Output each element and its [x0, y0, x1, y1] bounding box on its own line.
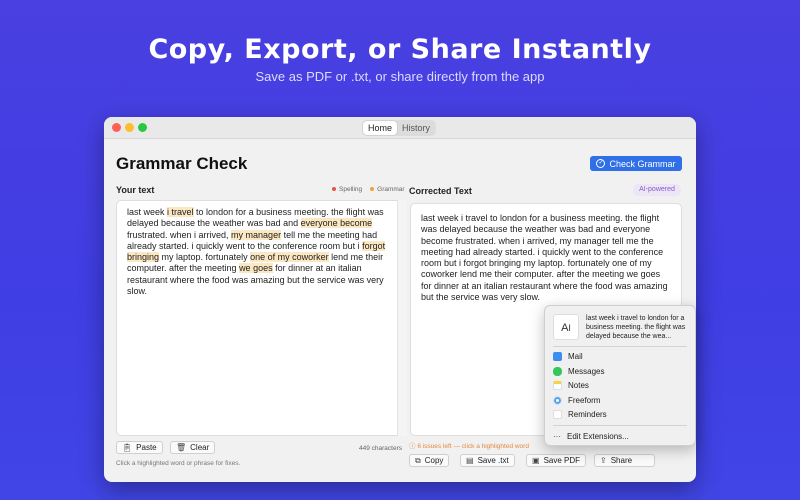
tab-home[interactable]: Home: [363, 121, 398, 135]
share-mail[interactable]: Mail: [553, 352, 583, 361]
close-window-button[interactable]: [112, 123, 121, 132]
input-text-area[interactable]: last week i travel to london for a busin…: [116, 200, 407, 436]
share-menu: AI last week i travel to london for a bu…: [544, 305, 696, 446]
check-icon: ✓: [596, 159, 606, 168]
your-text-label: Your text: [116, 185, 155, 195]
share-label: Share: [610, 456, 633, 465]
share-mail-label: Mail: [568, 352, 583, 361]
check-grammar-label: Check Grammar: [609, 158, 676, 169]
spelling-dot-icon: [332, 187, 336, 192]
highlighted-issue[interactable]: one of my coworker: [250, 252, 329, 263]
edit-extensions[interactable]: ⋯ Edit Extensions...: [553, 432, 629, 441]
page-title: Grammar Check: [116, 154, 248, 173]
issues-text: 6 issues left — click a highlighted word: [417, 443, 529, 450]
legend-grammar: Grammar: [370, 186, 405, 193]
grammar-dot-icon: [370, 187, 375, 192]
highlighted-issue[interactable]: we goes: [239, 263, 273, 274]
corrected-text-label: Corrected Text: [409, 186, 472, 196]
clipboard-icon: 📋︎: [122, 443, 133, 452]
copy-label: Copy: [424, 456, 444, 465]
trash-icon: 🗑︎: [176, 443, 187, 452]
pdf-icon: ▣: [532, 456, 540, 465]
freeform-icon: [553, 396, 562, 405]
character-count: 449 characters: [359, 445, 402, 452]
copy-button[interactable]: ⧉ Copy: [409, 454, 450, 467]
text-segment: last week: [127, 207, 168, 217]
paste-button[interactable]: 📋︎ Paste: [116, 441, 163, 454]
hero-subtitle: Save as PDF or .txt, or share directly f…: [255, 69, 545, 84]
minimize-window-button[interactable]: [125, 123, 134, 132]
titlebar: Home History: [104, 117, 696, 139]
messages-icon: [553, 367, 562, 376]
text-segment: frustrated. when i arrived,: [127, 229, 232, 240]
legend-spelling: Spelling: [332, 186, 362, 193]
share-freeform-label: Freeform: [568, 396, 601, 405]
save-pdf-label: Save PDF: [543, 456, 581, 465]
highlighted-issue[interactable]: everyone become: [300, 218, 373, 229]
extensions-icon: ⋯: [553, 432, 561, 441]
save-pdf-button[interactable]: ▣ Save PDF: [526, 454, 587, 467]
menu-separator: [553, 346, 687, 347]
warning-icon: ⓘ: [409, 443, 416, 450]
corrected-text: last week i travel to london for a busin…: [421, 213, 668, 303]
share-preview-text: last week i travel to london for a busin…: [586, 315, 686, 340]
hero-title: Copy, Export, or Share Instantly: [148, 34, 652, 65]
fix-hint: Click a highlighted word or phrase for f…: [116, 460, 241, 467]
mail-icon: [553, 352, 562, 361]
copy-icon: ⧉: [415, 455, 421, 465]
clear-label: Clear: [190, 443, 210, 452]
zoom-window-button[interactable]: [138, 123, 147, 132]
text-segment: my laptop. fortunately: [159, 252, 251, 263]
share-notes[interactable]: Notes: [553, 381, 589, 390]
tab-history[interactable]: History: [397, 121, 435, 135]
share-button[interactable]: ⇪ Share: [594, 454, 655, 467]
edit-extensions-label: Edit Extensions...: [567, 432, 629, 441]
highlight-legend: Spelling Grammar: [332, 186, 405, 193]
highlighted-issue[interactable]: my manager: [231, 229, 282, 240]
share-freeform[interactable]: Freeform: [553, 396, 600, 405]
check-grammar-button[interactable]: ✓ Check Grammar: [590, 156, 682, 171]
divider: [397, 200, 407, 436]
text-document-icon: AI: [553, 314, 579, 340]
notes-icon: [553, 381, 562, 390]
issues-status: ⓘ 6 issues left — click a highlighted wo…: [409, 440, 529, 450]
share-reminders[interactable]: Reminders: [553, 410, 607, 419]
menu-separator: [553, 425, 687, 426]
clear-button[interactable]: 🗑︎ Clear: [170, 441, 216, 454]
document-icon: ▤: [466, 456, 474, 465]
share-icon: ⇪: [600, 456, 607, 465]
share-messages-label: Messages: [568, 367, 605, 376]
tab-bar: Home History: [362, 120, 437, 136]
highlighted-issue[interactable]: i travel: [167, 207, 194, 217]
save-txt-label: Save .txt: [477, 456, 509, 465]
share-notes-label: Notes: [568, 381, 589, 390]
share-messages[interactable]: Messages: [553, 367, 604, 376]
ai-powered-badge: AI-powered: [633, 184, 681, 196]
share-reminders-label: Reminders: [568, 410, 607, 419]
reminders-icon: [553, 410, 562, 419]
input-text[interactable]: last week i travel to london for a busin…: [127, 207, 396, 297]
save-txt-button[interactable]: ▤ Save .txt: [460, 454, 515, 467]
paste-label: Paste: [136, 443, 157, 452]
